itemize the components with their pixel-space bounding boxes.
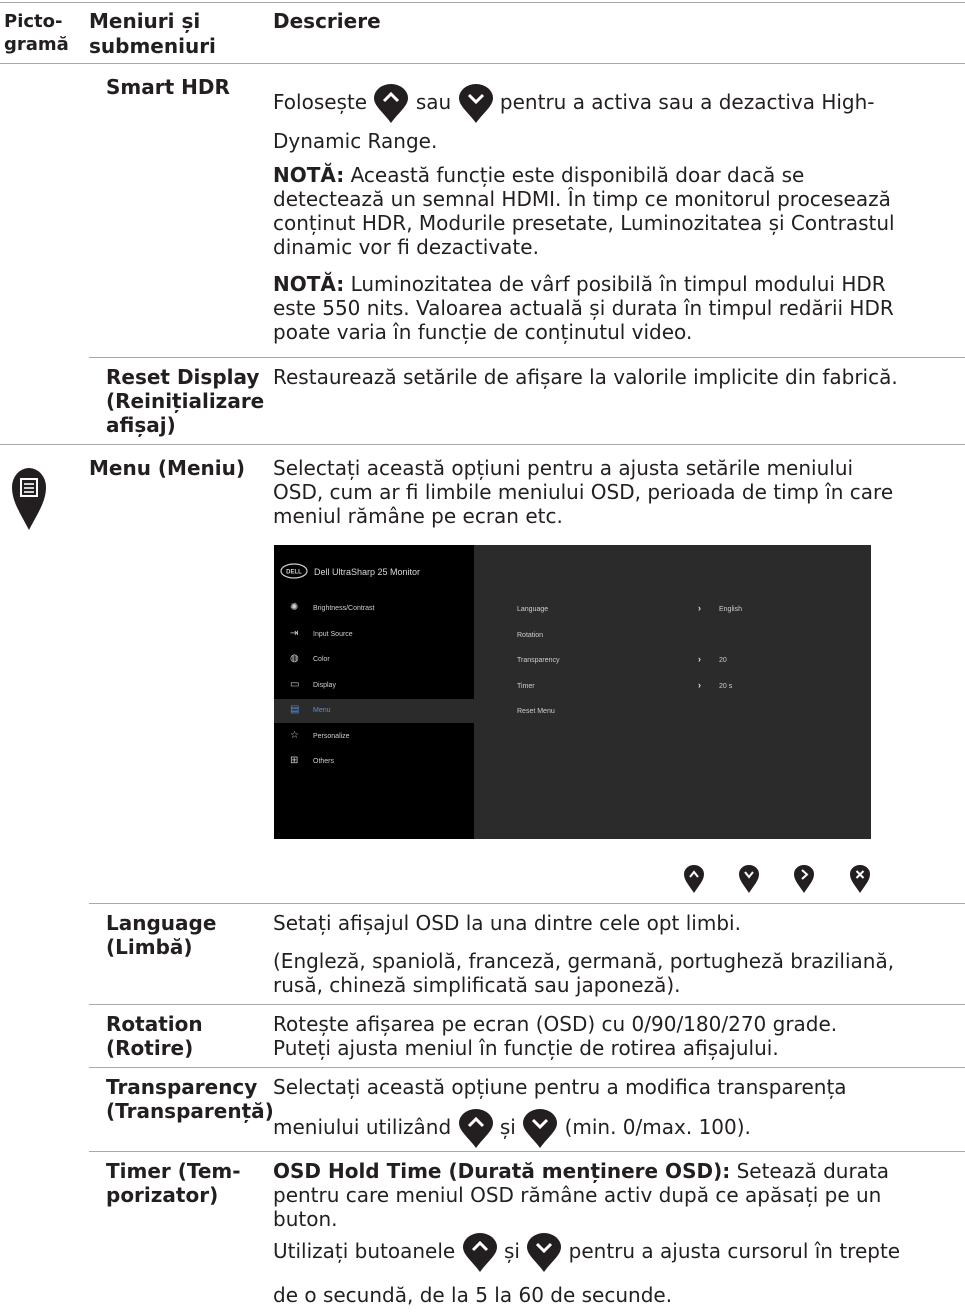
down-button-icon [527, 1232, 562, 1272]
nav-down-icon [739, 865, 759, 893]
osd-item-menu: Menu [313, 707, 331, 714]
transparency-desc2: meniului utilizând și (min. 0/max. 100). [273, 1106, 751, 1148]
up-button-icon [374, 83, 409, 123]
osd-item-color: Color [313, 656, 330, 663]
top-rule [0, 2, 965, 3]
osd-sidebar [274, 545, 474, 839]
menu-name: Menu (Meniu) [89, 456, 245, 480]
row-rule [89, 1151, 965, 1152]
osd-item-brightness: Brightness/Contrast [313, 605, 375, 612]
osd-item-others: Others [313, 758, 335, 765]
header-pictograma: Picto- gramă [4, 11, 69, 55]
osd-row-timer: Timer [517, 683, 535, 690]
row-rule [89, 1067, 965, 1068]
reset-display-name: Reset Display (Reinițializare afișaj) [106, 365, 265, 437]
up-button-icon [458, 1108, 493, 1148]
row-rule [89, 903, 965, 904]
osd-item-input: Input Source [313, 631, 353, 638]
osd-row-rotation: Rotation [517, 632, 544, 639]
others-icon: ⊞ [290, 755, 299, 766]
osd-row-timer-value: 20 s [719, 683, 733, 690]
up-button-icon [462, 1232, 497, 1272]
smart-hdr-desc: Folosește sau pentru a activa sau a deza… [273, 82, 963, 123]
row-rule [89, 357, 965, 358]
osd-item-display: Display [313, 682, 336, 689]
menu-desc: Selectați această opțiuni pentru a ajust… [273, 456, 894, 528]
down-button-icon [523, 1108, 558, 1148]
down-button-icon [458, 83, 493, 123]
star-icon: ☆ [290, 730, 299, 741]
osd-title: Dell UltraSharp 25 Monitor [314, 567, 421, 577]
smart-hdr-name: Smart HDR [106, 75, 230, 99]
header-rule [0, 63, 965, 64]
osd-item-personalize: Personalize [313, 733, 350, 740]
osd-screenshot: DELL Dell UltraSharp 25 Monitor ✺ Bright… [274, 545, 871, 839]
osd-selected-row [274, 699, 474, 723]
rotation-name: Rotation (Rotire) [106, 1012, 203, 1060]
osd-row-transparency: Transparency [517, 657, 560, 664]
display-icon: ▭ [290, 679, 300, 690]
osd-row-transparency-value: 20 [719, 657, 727, 664]
chevron-right-icon: › [698, 603, 701, 613]
nav-right-icon [794, 865, 814, 893]
chevron-right-icon: › [698, 654, 701, 664]
reset-display-desc: Restaurează setările de afișare la valor… [273, 365, 898, 389]
osd-row-language: Language [517, 606, 549, 613]
smart-hdr-note1: NOTĂ: Această funcție este disponibilă d… [273, 163, 895, 259]
language-desc2: (Engleză, spaniolă, franceză, germană, p… [273, 949, 895, 997]
svg-text:DELL: DELL [286, 570, 302, 576]
transparency-desc1: Selectați această opțiune pentru a modif… [273, 1075, 847, 1099]
dell-logo-icon: DELL [280, 563, 308, 579]
nav-close-icon [850, 865, 870, 893]
timer-name: Timer (Tem- porizator) [106, 1159, 241, 1207]
menu-icon: ▤ [290, 704, 300, 715]
section-rule [0, 444, 965, 445]
row-rule [89, 1004, 965, 1005]
osd-row-reset-menu: Reset Menu [517, 708, 555, 715]
language-desc1: Setați afișajul OSD la una dintre cele o… [273, 911, 741, 935]
nav-up-icon [684, 865, 704, 893]
timer-desc: OSD Hold Time (Durată menținere OSD): Se… [273, 1159, 890, 1231]
chevron-right-icon: › [698, 680, 701, 690]
smart-hdr-note2: NOTĂ: Luminozitatea de vârf posibilă în … [273, 272, 894, 344]
header-meniuri: Meniuri și submeniuri [89, 9, 216, 58]
timer-use: Utilizați butoanele și pentru a ajusta c… [273, 1230, 963, 1272]
osd-row-language-value: English [719, 606, 742, 613]
timer-use-cont: de o secundă, de la 5 la 60 de secunde. [273, 1283, 673, 1307]
color-icon: ◍ [290, 653, 299, 664]
menu-pictogram-icon [12, 468, 46, 530]
brightness-icon: ✺ [290, 602, 299, 613]
language-name: Language (Limbă) [106, 911, 217, 959]
smart-hdr-desc-cont: Dynamic Range. [273, 129, 438, 153]
rotation-desc: Rotește afișarea pe ecran (OSD) cu 0/90/… [273, 1012, 838, 1060]
header-descriere: Descriere [273, 9, 381, 33]
transparency-name: Transparency (Transparență) [106, 1075, 274, 1123]
input-source-icon: ⇥ [290, 628, 299, 639]
